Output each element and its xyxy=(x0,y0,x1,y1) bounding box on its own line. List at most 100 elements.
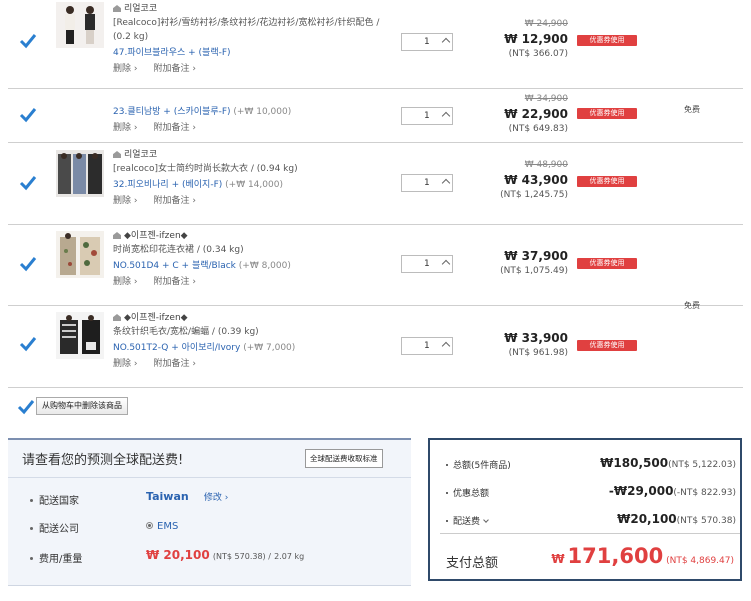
divider xyxy=(440,533,740,534)
quantity-select[interactable]: 1 xyxy=(401,33,453,51)
country-label: 配送国家 xyxy=(30,492,79,507)
product-thumbnail[interactable] xyxy=(56,231,104,278)
product-thumbnail[interactable] xyxy=(56,150,104,197)
note-link[interactable]: 附加备注 › xyxy=(153,277,195,287)
price-ntd: (NT$ 961.98) xyxy=(508,348,568,358)
seller-name[interactable]: 리얼코코 xyxy=(113,148,388,162)
note-link[interactable]: 附加备注 › xyxy=(153,123,195,133)
shipping-status: 免费 xyxy=(684,105,700,114)
pay-total-amount: 171,600 xyxy=(567,544,664,568)
item-links: 删除 › 附加备注 › xyxy=(113,62,388,76)
quantity-select[interactable]: 1 xyxy=(401,174,453,192)
country-name: Taiwan xyxy=(146,490,189,503)
product-option: 23.클티남방 + (스카이블루-F) (+₩ 10,000) xyxy=(113,107,292,117)
coupon-button[interactable]: 优惠券使用 xyxy=(577,108,637,119)
note-link[interactable]: 附加备注 › xyxy=(153,64,195,74)
summary-discount-row: 优惠总额 -₩29,000(-NT$ 822.93) xyxy=(446,484,736,499)
fee-value: ₩ 20,100 (NT$ 570.38) / 2.07 kg xyxy=(146,548,304,562)
item-links: 删除 › 附加备注 › xyxy=(113,194,388,208)
company-option[interactable]: EMS xyxy=(146,521,178,532)
summary-discount-ntd: (-NT$ 822.93) xyxy=(673,488,736,498)
sale-price: ₩ 12,900 xyxy=(504,32,568,46)
product-thumbnail[interactable] xyxy=(56,312,104,359)
product-info: 리얼코코 [Realcoco]衬衫/雪纺衬衫/条纹衬衫/花边衬衫/宽松衬衫/针织… xyxy=(113,2,388,76)
note-link[interactable]: 附加备注 › xyxy=(153,359,195,369)
product-info: ◆이프젠-ifzen◆ 时尚宽松印花连衣裙 / (0.34 kg) NO.501… xyxy=(113,229,388,289)
select-all-checkbox[interactable] xyxy=(16,397,36,417)
quantity-select[interactable]: 1 xyxy=(401,337,453,355)
summary-shipping-row[interactable]: 配送费 ₩20,100(NT$ 570.38) xyxy=(446,512,736,527)
chevron-up-icon xyxy=(441,111,451,121)
price-ntd: (NT$ 366.07) xyxy=(508,49,568,59)
product-option: 32.피오비나리 + (베이지-F) (+₩ 14,000) xyxy=(113,180,283,190)
item-checkbox[interactable] xyxy=(18,105,38,125)
summary-shipping: ₩20,100 xyxy=(617,512,677,526)
country-value: Taiwan 修改 › xyxy=(146,490,228,503)
shipping-standard-button[interactable]: 全球配送费收取标准 xyxy=(305,449,383,468)
delete-link[interactable]: 删除 › xyxy=(113,196,137,206)
coupon-button[interactable]: 优惠券使用 xyxy=(577,340,637,351)
quantity-value: 1 xyxy=(424,259,430,269)
seller-name[interactable]: ◆이프젠-ifzen◆ xyxy=(113,311,388,325)
delete-link[interactable]: 删除 › xyxy=(113,359,137,369)
product-info: 23.클티남방 + (스카이블루-F) (+₩ 10,000) 删除 › 附加备注… xyxy=(113,103,388,135)
cart-row: 리얼코코 [realcoco]女士简约时尚长款大衣 / (0.94 kg) 32… xyxy=(8,143,743,225)
shop-icon xyxy=(113,151,121,158)
price-ntd: (NT$ 1,075.49) xyxy=(500,266,568,276)
product-thumbnail[interactable] xyxy=(56,2,104,48)
edit-country-link[interactable]: 修改 › xyxy=(204,493,228,503)
seller-name[interactable]: ◆이프젠-ifzen◆ xyxy=(113,229,388,243)
quantity-value: 1 xyxy=(424,341,430,351)
item-checkbox[interactable] xyxy=(18,254,38,274)
quantity-select[interactable]: 1 xyxy=(401,107,453,125)
shipping-status: 免费 xyxy=(684,301,700,310)
company-name: EMS xyxy=(157,521,179,532)
order-summary: 总额(5件商品) ₩180,500(NT$ 5,122.03) 优惠总额 -₩2… xyxy=(428,438,742,581)
pay-total-ntd: (NT$ 4,869.47) xyxy=(666,556,734,566)
note-link[interactable]: 附加备注 › xyxy=(153,196,195,206)
coupon-button[interactable]: 优惠券使用 xyxy=(577,176,637,187)
product-option: NO.501T2-Q + 아이보리/Ivory (+₩ 7,000) xyxy=(113,343,296,353)
cart-row: 리얼코코 [Realcoco]衬衫/雪纺衬衫/条纹衬衫/花边衬衫/宽松衬衫/针织… xyxy=(8,0,743,89)
item-checkbox[interactable] xyxy=(18,334,38,354)
cart-row: ◆이프젠-ifzen◆ 条纹针织毛衣/宽松/蝙蝠 / (0.39 kg) NO.… xyxy=(8,306,743,388)
shipping-estimate-title: 请查看您的预测全球配送费! xyxy=(22,453,184,468)
chevron-up-icon xyxy=(441,37,451,47)
price-block: ₩ 48,900 ₩ 43,900 (NT$ 1,245.75) xyxy=(478,158,568,203)
chevron-up-icon xyxy=(441,178,451,188)
price-ntd: (NT$ 649.83) xyxy=(508,124,568,134)
item-checkbox[interactable] xyxy=(18,173,38,193)
product-name[interactable]: 条纹针织毛衣/宽松/蝙蝠 / (0.39 kg) xyxy=(113,325,388,339)
sale-price: ₩ 22,900 xyxy=(504,107,568,121)
shop-icon xyxy=(113,5,121,12)
coupon-button[interactable]: 优惠券使用 xyxy=(577,258,637,269)
price-block: ₩ 24,900 ₩ 12,900 (NT$ 366.07) xyxy=(478,17,568,62)
divider xyxy=(8,477,411,478)
chevron-up-icon xyxy=(441,259,451,269)
chevron-down-icon[interactable] xyxy=(483,517,489,523)
cart-row: 23.클티남방 + (스카이블루-F) (+₩ 10,000) 删除 › 附加备注… xyxy=(8,89,743,143)
product-name[interactable]: 时尚宽松印花连衣裙 / (0.34 kg) xyxy=(113,243,388,257)
delete-selected-button[interactable]: 从购物车中删除该商品 xyxy=(36,397,128,415)
shipping-weight: 2.07 kg xyxy=(274,552,305,561)
summary-total-row: 总额(5件商品) ₩180,500(NT$ 5,122.03) xyxy=(446,456,736,471)
product-weight: (0.2 kg) xyxy=(113,32,149,42)
item-links: 删除 › 附加备注 › xyxy=(113,121,388,135)
item-links: 删除 › 附加备注 › xyxy=(113,275,388,289)
seller-name[interactable]: 리얼코코 xyxy=(113,2,388,16)
delete-link[interactable]: 删除 › xyxy=(113,277,137,287)
sale-price: ₩ 43,900 xyxy=(504,173,568,187)
product-name[interactable]: [Realcoco]衬衫/雪纺衬衫/条纹衬衫/花边衬衫/宽松衬衫/针织配色 / xyxy=(113,16,388,30)
delete-link[interactable]: 删除 › xyxy=(113,64,137,74)
product-name[interactable]: [realcoco]女士简约时尚长款大衣 / (0.94 kg) xyxy=(113,162,388,176)
coupon-button[interactable]: 优惠券使用 xyxy=(577,35,637,46)
summary-total: ₩180,500 xyxy=(600,456,669,470)
fee-label: 费用/重量 xyxy=(30,550,82,565)
original-price: ₩ 34,900 xyxy=(524,94,568,104)
radio-icon[interactable] xyxy=(146,522,153,529)
shop-icon xyxy=(113,314,121,321)
item-checkbox[interactable] xyxy=(18,31,38,51)
summary-total-ntd: (NT$ 5,122.03) xyxy=(668,460,736,470)
quantity-select[interactable]: 1 xyxy=(401,255,453,273)
delete-link[interactable]: 删除 › xyxy=(113,123,137,133)
